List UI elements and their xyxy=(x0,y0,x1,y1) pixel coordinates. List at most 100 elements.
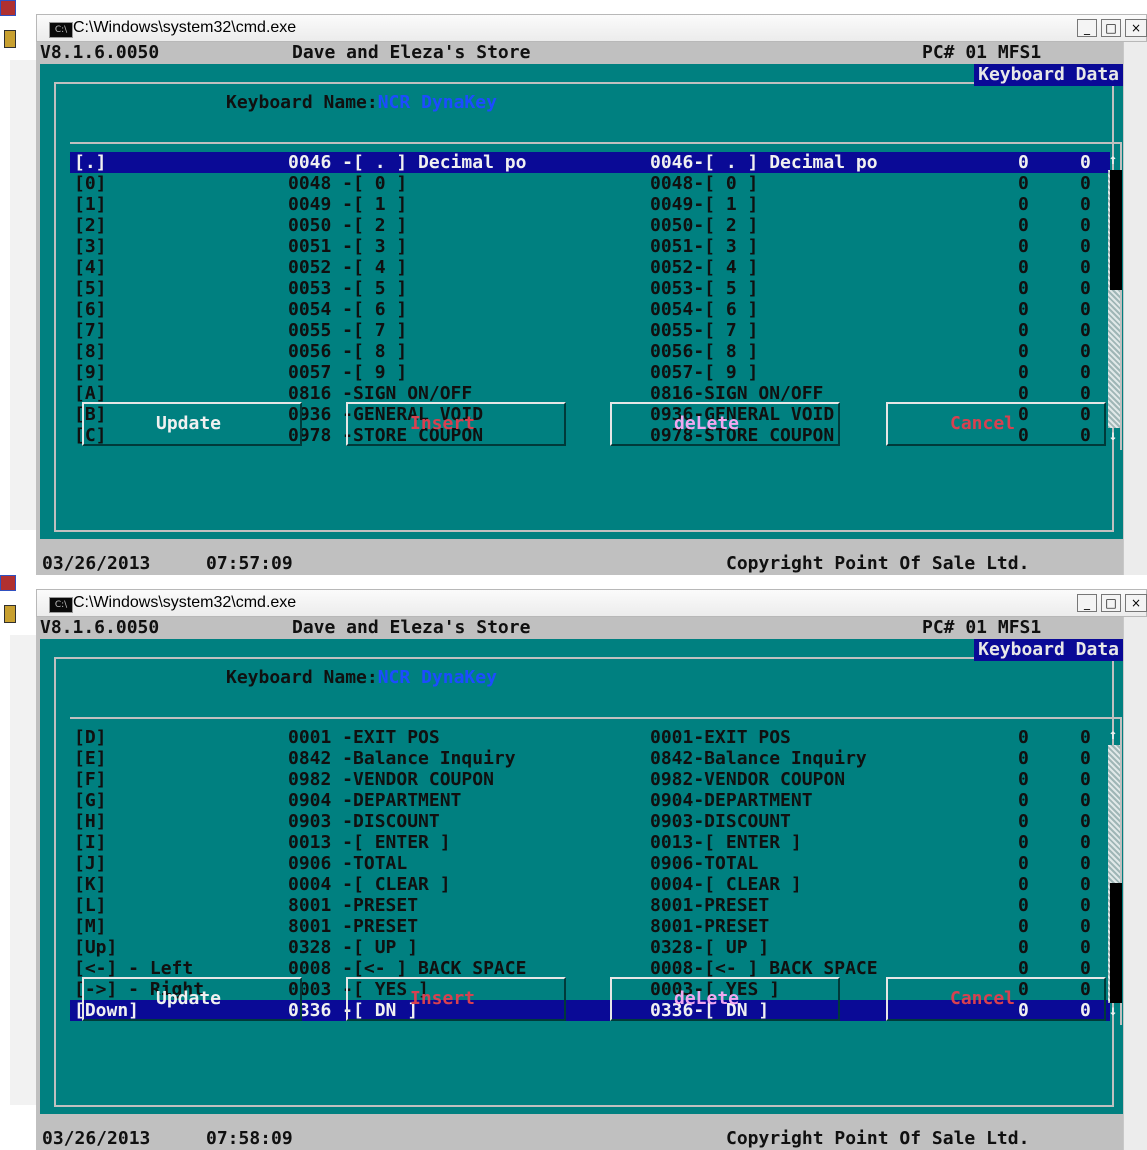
row-function-code: 0056 -[ 8 ] xyxy=(288,341,408,362)
close-button[interactable]: × xyxy=(1125,594,1147,612)
taskbar-app-icon[interactable] xyxy=(4,605,16,623)
row-function-code: 0055 -[ 7 ] xyxy=(288,320,408,341)
row-value-1: 0 xyxy=(1018,299,1029,320)
table-row[interactable]: [6] 0054 -[ 6 ] 0054-[ 6 ] 0 0 xyxy=(70,299,1110,320)
row-key: [F] xyxy=(74,769,107,790)
scroll-down-icon[interactable]: ↓ xyxy=(1106,1003,1120,1019)
insert-button[interactable]: Insert xyxy=(346,402,566,446)
window-scrollbar[interactable] xyxy=(1123,617,1147,1150)
table-row[interactable]: [8] 0056 -[ 8 ] 0056-[ 8 ] 0 0 xyxy=(70,341,1110,362)
delete-button[interactable]: deLete xyxy=(610,402,840,446)
row-key: [E] xyxy=(74,748,107,769)
title-bar[interactable]: C:\ C:\Windows\system32\cmd.exe _ □ × xyxy=(36,589,1147,617)
minimize-button[interactable]: _ xyxy=(1077,594,1097,612)
row-key: [M] xyxy=(74,916,107,937)
console-area: V8.1.6.0050 Dave and Eleza's Store PC# 0… xyxy=(36,42,1123,575)
row-value-2: 0 xyxy=(1080,790,1091,811)
row-description: 0048-[ 0 ] xyxy=(650,173,759,194)
table-row[interactable]: [L] 8001 -PRESET 8001-PRESET 0 0 xyxy=(70,895,1110,916)
row-key: [Up] xyxy=(74,937,118,958)
table-row[interactable]: [9] 0057 -[ 9 ] 0057-[ 9 ] 0 0 xyxy=(70,362,1110,383)
taskbar-app-icon[interactable] xyxy=(4,30,16,48)
row-key: [<-] - Left xyxy=(74,958,194,979)
row-value-2: 0 xyxy=(1080,320,1091,341)
table-row[interactable]: [I] 0013 -[ ENTER ] 0013-[ ENTER ] 0 0 xyxy=(70,832,1110,853)
table-row[interactable]: [Up] 0328 -[ UP ] 0328-[ UP ] 0 0 xyxy=(70,937,1110,958)
table-row[interactable]: [G] 0904 -DEPARTMENT 0904-DEPARTMENT 0 0 xyxy=(70,790,1110,811)
scroll-down-icon[interactable]: ↓ xyxy=(1106,428,1120,444)
row-value-2: 0 xyxy=(1080,173,1091,194)
table-row[interactable]: [K] 0004 -[ CLEAR ] 0004-[ CLEAR ] 0 0 xyxy=(70,874,1110,895)
update-button[interactable]: Update xyxy=(82,977,302,1021)
table-row[interactable]: [7] 0055 -[ 7 ] 0055-[ 7 ] 0 0 xyxy=(70,320,1110,341)
title-bar[interactable]: C:\ C:\Windows\system32\cmd.exe _ □ × xyxy=(36,14,1147,42)
window-scrollbar[interactable] xyxy=(1123,42,1147,575)
table-row[interactable]: [A] 0816 -SIGN ON/OFF 0816-SIGN ON/OFF 0 0 xyxy=(70,383,1110,404)
row-value-1: 0 xyxy=(1018,790,1029,811)
time-label: 07:57:09 xyxy=(206,553,293,574)
table-row[interactable]: [M] 8001 -PRESET 8001-PRESET 0 0 xyxy=(70,916,1110,937)
close-button[interactable]: × xyxy=(1125,19,1147,37)
window-title: C:\Windows\system32\cmd.exe xyxy=(73,594,297,611)
table-row[interactable]: [1] 0049 -[ 1 ] 0049-[ 1 ] 0 0 xyxy=(70,194,1110,215)
copyright-label: Copyright Point Of Sale Ltd. xyxy=(726,553,1030,574)
scroll-thumb[interactable] xyxy=(1110,170,1122,290)
keyboard-name-value[interactable]: NCR DynaKey xyxy=(378,667,497,688)
table-row[interactable]: [<-] - Left 0008 -[<- ] BACK SPACE 0008-[<… xyxy=(70,958,1110,979)
update-button[interactable]: Update xyxy=(82,402,302,446)
background-window-edge xyxy=(10,60,37,530)
row-function-code: 0052 -[ 4 ] xyxy=(288,257,408,278)
table-row[interactable]: [J] 0906 -TOTAL 0906-TOTAL 0 0 xyxy=(70,853,1110,874)
row-function-code: 0904 -DEPARTMENT xyxy=(288,790,462,811)
table-row[interactable]: [H] 0903 -DISCOUNT 0903-DISCOUNT 0 0 xyxy=(70,811,1110,832)
cancel-button[interactable]: Cancel xyxy=(886,402,1106,446)
header-row: V8.1.6.0050 Dave and Eleza's Store PC# 0… xyxy=(36,617,1123,639)
table-row[interactable]: [0] 0048 -[ 0 ] 0048-[ 0 ] 0 0 xyxy=(70,173,1110,194)
row-value-1: 0 xyxy=(1018,320,1029,341)
row-value-2: 0 xyxy=(1080,958,1091,979)
row-value-2: 0 xyxy=(1080,832,1091,853)
desktop-app-icon[interactable] xyxy=(0,575,16,591)
table-row[interactable]: [D] 0001 -EXIT POS 0001-EXIT POS 0 0 xyxy=(70,727,1110,748)
list-scrollbar[interactable]: ↑ ↓ xyxy=(1106,152,1122,444)
insert-button[interactable]: Insert xyxy=(346,977,566,1021)
scroll-up-icon[interactable]: ↑ xyxy=(1106,152,1120,168)
scroll-up-icon[interactable]: ↑ xyxy=(1106,727,1120,743)
minimize-button[interactable]: _ xyxy=(1077,19,1097,37)
list-scrollbar[interactable]: ↑ ↓ xyxy=(1106,727,1122,1019)
row-value-1: 0 xyxy=(1018,832,1029,853)
table-row[interactable]: [2] 0050 -[ 2 ] 0050-[ 2 ] 0 0 xyxy=(70,215,1110,236)
console-area: V8.1.6.0050 Dave and Eleza's Store PC# 0… xyxy=(36,617,1123,1150)
row-value-1: 0 xyxy=(1018,916,1029,937)
row-value-1: 0 xyxy=(1018,727,1029,748)
row-function-code: 0816 -SIGN ON/OFF xyxy=(288,383,473,404)
cancel-button[interactable]: Cancel xyxy=(886,977,1106,1021)
keyboard-name-value[interactable]: NCR DynaKey xyxy=(378,92,497,113)
table-row[interactable]: [E] 0842 -Balance Inquiry 0842-Balance Inq… xyxy=(70,748,1110,769)
table-row[interactable]: [F] 0982 -VENDOR COUPON 0982-VENDOR COUPON… xyxy=(70,769,1110,790)
row-value-1: 0 xyxy=(1018,769,1029,790)
row-description: 0054-[ 6 ] xyxy=(650,299,759,320)
scroll-track[interactable] xyxy=(1108,745,1122,1003)
row-function-code: 0982 -VENDOR COUPON xyxy=(288,769,494,790)
row-description: 0056-[ 8 ] xyxy=(650,341,759,362)
row-function-code: 0048 -[ 0 ] xyxy=(288,173,408,194)
table-row[interactable]: [5] 0053 -[ 5 ] 0053-[ 5 ] 0 0 xyxy=(70,278,1110,299)
scroll-thumb[interactable] xyxy=(1110,883,1122,1003)
cmd-icon: C:\ xyxy=(49,597,73,613)
row-value-1: 0 xyxy=(1018,278,1029,299)
maximize-button[interactable]: □ xyxy=(1101,594,1121,612)
row-key: [7] xyxy=(74,320,107,341)
table-row[interactable]: [.] 0046 -[ . ] Decimal po 0046-[ . ] Deci… xyxy=(70,152,1110,173)
row-value-1: 0 xyxy=(1018,152,1029,173)
table-row[interactable]: [4] 0052 -[ 4 ] 0052-[ 4 ] 0 0 xyxy=(70,257,1110,278)
scroll-track[interactable] xyxy=(1108,170,1122,428)
maximize-button[interactable]: □ xyxy=(1101,19,1121,37)
insert-button-label: Insert xyxy=(410,988,476,1009)
keyboard-name-label: Keyboard Name: xyxy=(226,667,378,688)
desktop-app-icon[interactable] xyxy=(0,0,16,16)
table-row[interactable]: [3] 0051 -[ 3 ] 0051-[ 3 ] 0 0 xyxy=(70,236,1110,257)
delete-button[interactable]: deLete xyxy=(610,977,840,1021)
row-value-2: 0 xyxy=(1080,299,1091,320)
panel-title: Keyboard Data xyxy=(974,639,1123,661)
